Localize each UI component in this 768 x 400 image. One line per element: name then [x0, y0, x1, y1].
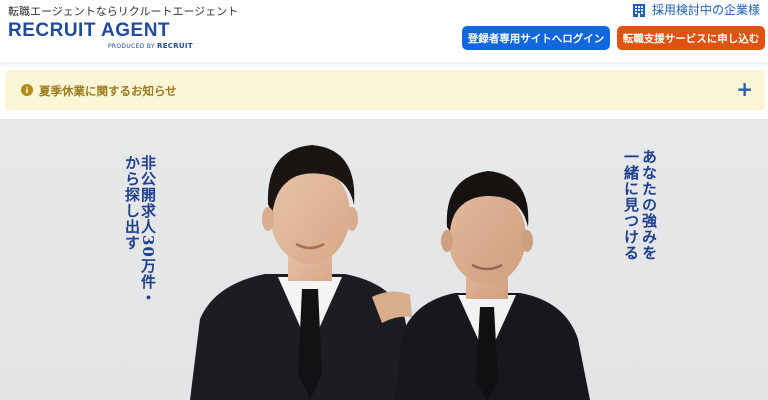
logo-text: RECRUIT AGENT — [8, 20, 171, 41]
logo-produced-by: PRODUCED BY RECRUIT — [108, 42, 193, 50]
login-button[interactable]: 登録者専用サイトへログイン — [462, 26, 610, 50]
header-divider — [0, 62, 768, 68]
person-right — [395, 171, 590, 400]
hero-copy-left-1: 非公開求人30万件・ — [139, 155, 157, 306]
building-icon — [632, 3, 645, 17]
notice-text: 夏季休業に関するお知らせ — [39, 84, 177, 98]
page-root: 転職エージェントならリクルートエージェント RECRUIT AGENT PROD… — [0, 0, 768, 400]
hero-copy-right-1: あなたの強みを — [640, 149, 658, 261]
plus-icon[interactable]: + — [736, 78, 753, 100]
site-tagline: 転職エージェントならリクルートエージェント — [8, 5, 239, 18]
apply-button[interactable]: 転職支援サービスに申し込む — [617, 26, 765, 50]
person-left — [190, 145, 420, 400]
site-logo[interactable]: RECRUIT AGENT PRODUCED BY RECRUIT — [8, 20, 193, 50]
hero-copy-right-2: 一緒に見つける — [622, 149, 640, 261]
corporate-link-label: 採用検討中の企業様 — [651, 3, 760, 17]
logo-sub-text: PRODUCED BY — [108, 43, 155, 50]
corporate-link[interactable]: 採用検討中の企業様 — [632, 1, 760, 18]
info-icon: i — [21, 84, 33, 96]
site-header: 転職エージェントならリクルートエージェント RECRUIT AGENT PROD… — [0, 0, 768, 62]
notice-bar[interactable]: i 夏季休業に関するお知らせ + — [5, 70, 765, 110]
hero-copy-left-2: から探し出す — [123, 155, 141, 251]
logo-sub-brand: RECRUIT — [157, 42, 193, 50]
hero-banner: 非公開求人30万件・ から探し出す あなたの強みを 一緒に見つける — [0, 119, 768, 400]
